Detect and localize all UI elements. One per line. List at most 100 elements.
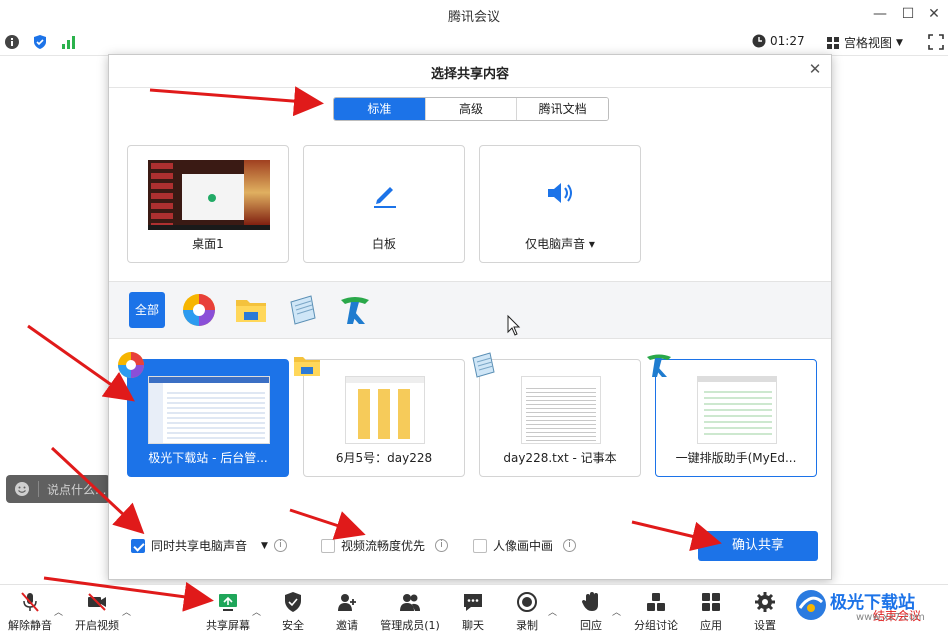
start-video-button[interactable]: 开启视频 (72, 591, 122, 633)
option-label: 人像画中画 (493, 539, 554, 553)
view-mode-button[interactable]: 宫格视图 ▼ (826, 34, 903, 51)
toolbar-label: 回应 (580, 619, 602, 632)
chevron-up-icon[interactable]: ︿ (252, 605, 261, 618)
window-card-explorer[interactable]: 6月5号：day228 (294, 357, 465, 477)
invite-button[interactable]: 邀请 (330, 591, 364, 633)
toolbar-label: 邀请 (336, 619, 358, 632)
toolbar-label: 共享屏幕 (206, 619, 250, 632)
share-computer-audio-option[interactable]: 同时共享电脑声音 ▼ i (131, 537, 287, 554)
security-shield-icon[interactable] (32, 34, 48, 50)
apps-button[interactable]: 应用 (694, 591, 728, 633)
desktop-share-card[interactable]: 桌面1 (127, 145, 289, 263)
view-mode-label: 宫格视图 (844, 36, 893, 50)
hand-wave-icon (582, 592, 598, 611)
chevron-up-icon[interactable]: ︿ (612, 605, 621, 618)
window-thumbnail (697, 376, 777, 444)
settings-button[interactable]: 设置 (748, 591, 782, 633)
notepad-app-icon[interactable] (285, 292, 321, 328)
close-window-button[interactable]: ✕ (920, 4, 948, 24)
signal-strength-icon[interactable] (60, 34, 76, 50)
chevron-up-icon[interactable]: ︿ (54, 605, 63, 618)
notepad-icon (472, 352, 495, 378)
info-icon[interactable]: i (563, 539, 577, 552)
browser-app-icon (118, 352, 144, 378)
timer-text: 01:27 (770, 34, 805, 48)
window-thumbnail (345, 376, 425, 444)
video-smoothness-option[interactable]: 视频流畅度优先 i (321, 537, 449, 554)
info-icon[interactable]: i (435, 539, 449, 552)
chevron-down-icon: ▼ (896, 37, 903, 48)
grid-icon (827, 36, 839, 49)
breakout-rooms-button[interactable]: 分组讨论 (632, 591, 680, 633)
share-screen-button[interactable]: 共享屏幕 (204, 591, 252, 633)
window-thumbnail (521, 376, 601, 444)
info-icon[interactable]: i (273, 539, 287, 552)
confirm-share-button[interactable]: 确认共享 (698, 531, 818, 561)
chat-placeholder: 说点什么... (47, 482, 107, 497)
watermark-url: www.xz7.com (856, 612, 925, 623)
computer-audio-label: 仅电脑声音 ▾ (525, 237, 595, 251)
fullscreen-icon[interactable] (928, 34, 944, 50)
toolbar-label: 设置 (754, 619, 776, 632)
record-button[interactable]: 录制 (510, 591, 544, 633)
whiteboard-share-card[interactable]: 白板 (303, 145, 465, 263)
title-bar: 腾讯会议 — ☐ ✕ (0, 0, 948, 28)
manage-participants-button[interactable]: 管理成员(1) (380, 591, 440, 633)
file-explorer-app-icon[interactable] (233, 292, 269, 328)
toolbar-label: 聊天 (462, 619, 484, 632)
microphone-muted-icon (21, 592, 39, 612)
close-icon[interactable]: ✕ (807, 61, 823, 77)
chevron-up-icon[interactable]: ︿ (122, 605, 131, 618)
desktop-label: 桌面1 (192, 237, 224, 251)
toolbar-label: 开启视频 (75, 619, 119, 632)
chat-button[interactable]: 聊天 (456, 591, 490, 633)
chevron-down-icon[interactable]: ▼ (261, 541, 268, 551)
video-smooth-checkbox[interactable] (321, 538, 335, 553)
window-card-notepad[interactable]: day228.txt - 记事本 (472, 352, 641, 477)
window-card-editor[interactable]: 一键排版助手(MyEd... (647, 354, 817, 477)
divider (38, 481, 39, 497)
tab-tencent-docs[interactable]: 腾讯文档 (516, 98, 608, 120)
info-icon[interactable] (4, 34, 20, 50)
desktop-thumbnail (148, 160, 270, 230)
toolbar-label: 应用 (700, 619, 722, 632)
portrait-pip-option[interactable]: 人像画中画 i (473, 537, 577, 554)
shield-icon (285, 592, 301, 612)
portrait-pip-checkbox[interactable] (473, 538, 487, 553)
breakout-icon (647, 593, 665, 611)
meeting-timer: 01:27 (752, 34, 805, 48)
app-filter-all[interactable]: 全部 (129, 292, 165, 328)
option-label: 视频流畅度优先 (341, 539, 426, 553)
pen-icon (374, 187, 396, 208)
option-label: 同时共享电脑声音 (151, 539, 248, 553)
window-card-browser[interactable]: 极光下载站 - 后台管... (118, 352, 289, 477)
gear-icon (755, 592, 775, 612)
tab-advanced[interactable]: 高级 (424, 98, 517, 120)
emoji-icon[interactable] (14, 481, 30, 497)
camera-off-icon (88, 593, 106, 611)
chevron-up-icon[interactable]: ︿ (548, 605, 557, 618)
share-screen-icon (219, 594, 237, 611)
dialog-title: 选择共享内容 (430, 67, 509, 82)
tab-standard[interactable]: 标准 (334, 98, 425, 120)
editor-icon (647, 354, 671, 377)
toolbar-label: 解除静音 (8, 619, 52, 632)
watermark-text: 极光下载站 (830, 593, 915, 613)
browser-app-icon[interactable] (181, 292, 217, 328)
share-audio-checkbox[interactable] (131, 538, 145, 553)
reaction-button[interactable]: 回应 (574, 591, 608, 633)
window-label: 一键排版助手(MyEd... (675, 451, 797, 465)
chat-input[interactable]: 说点什么... (6, 475, 110, 503)
watermark: 极光下载站 www.xz7.com (794, 586, 944, 632)
toolbar-label: 分组讨论 (634, 619, 678, 632)
toolbar-label: 管理成员(1) (380, 619, 440, 632)
editor-app-icon[interactable] (337, 292, 373, 328)
unmute-button[interactable]: 解除静音 (6, 591, 54, 633)
security-button[interactable]: 安全 (276, 591, 310, 633)
toolbar-label: 安全 (282, 619, 304, 632)
chat-icon (464, 594, 482, 611)
folder-icon (294, 357, 320, 376)
computer-audio-share-card[interactable]: 仅电脑声音 ▾ (479, 145, 641, 263)
minimize-button[interactable]: — (866, 4, 894, 24)
maximize-button[interactable]: ☐ (894, 4, 922, 24)
